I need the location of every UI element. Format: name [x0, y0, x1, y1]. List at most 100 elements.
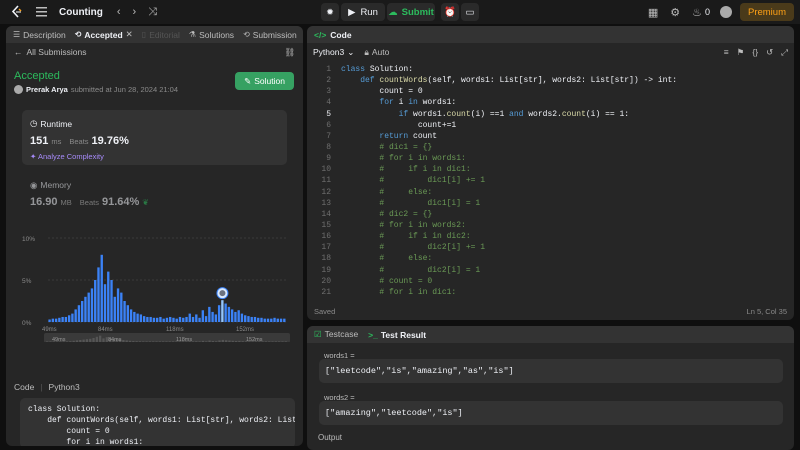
histogram-bar[interactable] [51, 318, 55, 322]
histogram-bar[interactable] [266, 318, 270, 322]
histogram-bar[interactable] [283, 318, 286, 322]
all-submissions-link[interactable]: ← All Submissions [14, 47, 87, 57]
histogram-bar[interactable] [64, 316, 68, 322]
tab-testcase[interactable]: ☑ Testcase [314, 329, 358, 340]
runtime-card[interactable]: ◷ Runtime 151 ms Beats 19.76% ✦ Analyze C… [22, 110, 287, 165]
histogram-bar[interactable] [224, 303, 227, 322]
fullscreen-icon[interactable]: ⤢ [781, 47, 788, 58]
histogram-bar[interactable] [276, 318, 279, 322]
histogram-bar[interactable] [178, 316, 182, 322]
histogram-bar[interactable] [67, 315, 71, 322]
histogram-bar[interactable] [94, 280, 97, 322]
streak-fire-icon[interactable]: ♨ [692, 6, 702, 19]
histogram-bar[interactable] [263, 318, 266, 322]
braces-icon[interactable]: {} [752, 47, 758, 58]
histogram-bar[interactable] [175, 318, 178, 322]
share-link-icon[interactable]: ⛓ [284, 47, 295, 58]
histogram-bar[interactable] [217, 305, 221, 322]
solution-button[interactable]: ✎ Solution [235, 72, 294, 90]
reset-icon[interactable]: ↺ [766, 47, 773, 58]
timer-button[interactable]: ⏰ [441, 3, 459, 21]
histogram-bar[interactable] [159, 316, 162, 322]
histogram-bar[interactable] [188, 313, 191, 322]
histogram-bar[interactable] [74, 309, 77, 322]
histogram-bar[interactable] [100, 254, 103, 322]
histogram-bar[interactable] [87, 292, 90, 322]
close-icon[interactable]: ✕ [126, 29, 133, 40]
code-line[interactable]: 15 # for i in words2: [307, 220, 794, 231]
histogram-bar[interactable] [237, 310, 240, 322]
code-line[interactable]: 1 class Solution: [307, 64, 794, 75]
code-line[interactable]: 18 # else: [307, 253, 794, 264]
histogram-bar[interactable] [247, 316, 250, 322]
debug-button[interactable]: ✹ [321, 3, 339, 21]
histogram-bar[interactable] [71, 313, 74, 322]
code-line[interactable]: 12 # else: [307, 187, 794, 198]
histogram-bar[interactable] [253, 316, 257, 322]
histogram-bar[interactable] [234, 311, 237, 322]
author-avatar[interactable] [14, 85, 23, 94]
code-line[interactable]: 6 count+=1 [307, 120, 794, 131]
histogram-bar[interactable] [198, 317, 201, 322]
language-select[interactable]: Python3 ⌄ [313, 47, 354, 58]
histogram-bar[interactable] [162, 318, 165, 322]
author-name[interactable]: Prerak Arya [26, 85, 68, 94]
histogram-bar[interactable] [152, 317, 156, 322]
code-editor[interactable]: 1 class Solution: 2 def countWords(self, w… [307, 64, 794, 300]
histogram-bar[interactable] [129, 309, 133, 322]
histogram-bar[interactable] [123, 301, 126, 322]
layout-icon[interactable]: ▦ [648, 6, 658, 19]
histogram-bar[interactable] [240, 313, 244, 322]
histogram-bar[interactable] [77, 305, 81, 322]
histogram-bar[interactable] [214, 314, 218, 322]
autosave-indicator[interactable]: 🔒︎ Auto [364, 47, 389, 58]
code-line[interactable]: 11 # dic1[i] += 1 [307, 175, 794, 186]
histogram-bar[interactable] [270, 318, 273, 322]
histogram-bar[interactable] [90, 288, 94, 322]
code-line[interactable]: 7 return count [307, 131, 794, 142]
chevron-right-icon[interactable]: › [133, 6, 137, 18]
histogram-bar[interactable] [244, 315, 247, 322]
var-words2-value[interactable]: ["amazing","leetcode","is"] [319, 401, 783, 425]
tab-editorial[interactable]: ▯ Editorial [142, 30, 180, 40]
code-line[interactable]: 9 # for i in words1: [307, 153, 794, 164]
code-line[interactable]: 10 # if i in dic1: [307, 164, 794, 175]
histogram-bar[interactable] [257, 317, 260, 322]
histogram-bar[interactable] [146, 316, 149, 322]
shuffle-icon[interactable]: ⤨ [148, 6, 157, 19]
code-line[interactable]: 3 count = 0 [307, 86, 794, 97]
histogram-bar[interactable] [201, 310, 204, 322]
histogram-bar[interactable] [149, 316, 152, 322]
analyze-complexity-link[interactable]: ✦ Analyze Complexity [30, 152, 104, 161]
problem-list-icon[interactable] [36, 7, 47, 17]
var-words1-value[interactable]: ["leetcode","is","amazing","as","is"] [319, 359, 783, 383]
histogram-bar[interactable] [273, 317, 276, 322]
code-line[interactable]: 4 for i in words1: [307, 97, 794, 108]
histogram-bar[interactable] [182, 317, 185, 322]
leetcode-logo-icon[interactable] [10, 5, 24, 19]
tab-code[interactable]: Code [330, 30, 351, 40]
histogram-bar[interactable] [165, 317, 169, 322]
code-line[interactable]: 13 # dic1[i] = 1 [307, 198, 794, 209]
histogram-bar[interactable] [172, 317, 175, 322]
tab-submissions[interactable]: ⟲ Submission [243, 30, 297, 40]
histogram-bar[interactable] [227, 306, 231, 322]
histogram-bar[interactable] [185, 316, 188, 322]
code-line[interactable]: 16 # if i in dic2: [307, 231, 794, 242]
histogram-bar[interactable] [250, 316, 253, 322]
memory-card[interactable]: ◉ Memory 16.90 MB Beats 91.64% ❦ [22, 174, 287, 214]
histogram-bar[interactable] [61, 316, 64, 322]
code-line[interactable]: 14 # dic2 = {} [307, 209, 794, 220]
histogram-bar[interactable] [107, 271, 110, 322]
code-line[interactable]: 2 def countWords(self, words1: List[str]… [307, 75, 794, 86]
histogram-bar[interactable] [103, 284, 107, 322]
chevron-left-icon[interactable]: ‹ [117, 6, 121, 18]
tab-solutions[interactable]: ⚗ Solutions [189, 30, 234, 40]
submitted-code-preview[interactable]: class Solution: def countWords(self, wor… [20, 398, 295, 446]
bookmark-icon[interactable]: ⚑ [737, 47, 745, 58]
histogram-bar[interactable] [230, 309, 234, 322]
histogram-bar[interactable] [139, 314, 143, 322]
code-line[interactable]: 20 # count = 0 [307, 276, 794, 287]
settings-gear-icon[interactable]: ⚙ [670, 6, 680, 19]
histogram-bar[interactable] [136, 313, 139, 322]
